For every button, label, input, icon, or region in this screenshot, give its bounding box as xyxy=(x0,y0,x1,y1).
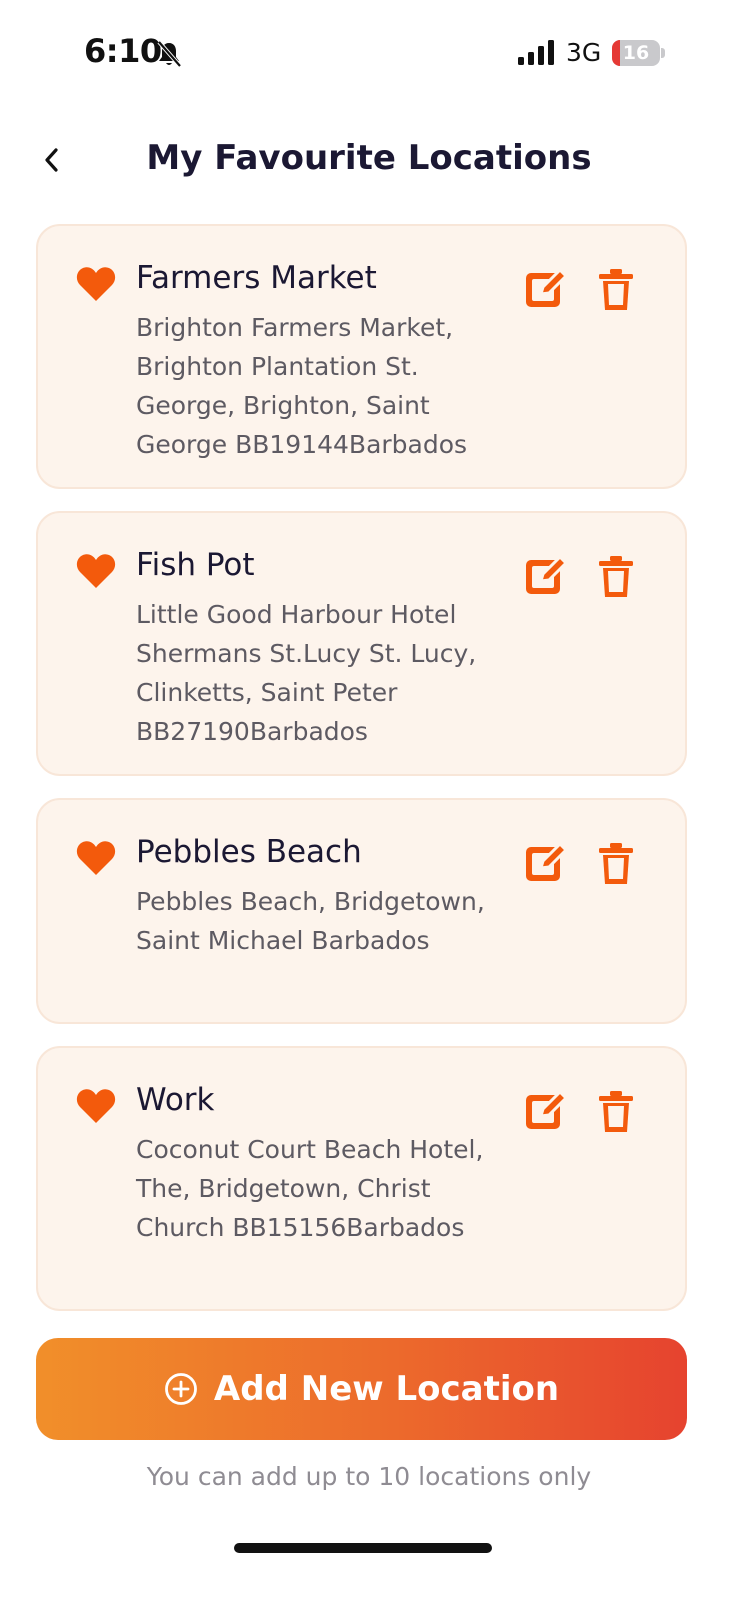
edit-icon[interactable] xyxy=(524,551,572,599)
location-name: Farmers Market xyxy=(136,260,377,296)
page-title: My Favourite Locations xyxy=(146,138,592,178)
edit-icon[interactable] xyxy=(524,838,572,886)
edit-icon[interactable] xyxy=(524,1086,572,1134)
location-limit-note: You can add up to 10 locations only xyxy=(146,1462,592,1491)
location-name: Pebbles Beach xyxy=(136,834,362,870)
home-indicator[interactable] xyxy=(234,1543,492,1553)
location-address: Brighton Farmers Market, Brighton Planta… xyxy=(136,313,468,459)
location-address: Little Good Harbour Hotel Shermans St.Lu… xyxy=(136,600,477,746)
cellular-signal-icon xyxy=(518,40,554,65)
battery-level: 16 xyxy=(622,42,650,64)
heart-icon xyxy=(76,554,116,588)
location-name: Fish Pot xyxy=(136,547,255,583)
trash-icon[interactable] xyxy=(598,268,634,312)
status-time: 6:10 xyxy=(84,32,162,70)
add-new-location-label: Add New Location xyxy=(213,1369,560,1409)
bell-slash-icon xyxy=(157,40,182,68)
trash-icon[interactable] xyxy=(598,555,634,599)
plus-circle-icon xyxy=(165,1373,197,1405)
battery-tip xyxy=(661,48,665,58)
battery-icon: 16 xyxy=(612,40,660,66)
heart-icon xyxy=(76,267,116,301)
location-card[interactable]: Pebbles Beach Pebbles Beach, Bridgetown,… xyxy=(36,798,687,1024)
edit-icon[interactable] xyxy=(524,264,572,312)
location-card[interactable]: Fish Pot Little Good Harbour Hotel Sherm… xyxy=(36,511,687,776)
network-type: 3G xyxy=(566,38,602,67)
location-address: Coconut Court Beach Hotel, The, Bridgeto… xyxy=(136,1135,484,1242)
add-new-location-button[interactable]: Add New Location xyxy=(36,1338,687,1440)
status-bar: 6:10 3G 16 xyxy=(0,0,738,110)
heart-icon xyxy=(76,841,116,875)
heart-icon xyxy=(76,1089,116,1123)
location-name: Work xyxy=(136,1082,215,1118)
trash-icon[interactable] xyxy=(598,842,634,886)
location-card[interactable]: Work Coconut Court Beach Hotel, The, Bri… xyxy=(36,1046,687,1311)
location-address: Pebbles Beach, Bridgetown, Saint Michael… xyxy=(136,887,485,955)
location-card[interactable]: Farmers Market Brighton Farmers Market, … xyxy=(36,224,687,489)
trash-icon[interactable] xyxy=(598,1090,634,1134)
